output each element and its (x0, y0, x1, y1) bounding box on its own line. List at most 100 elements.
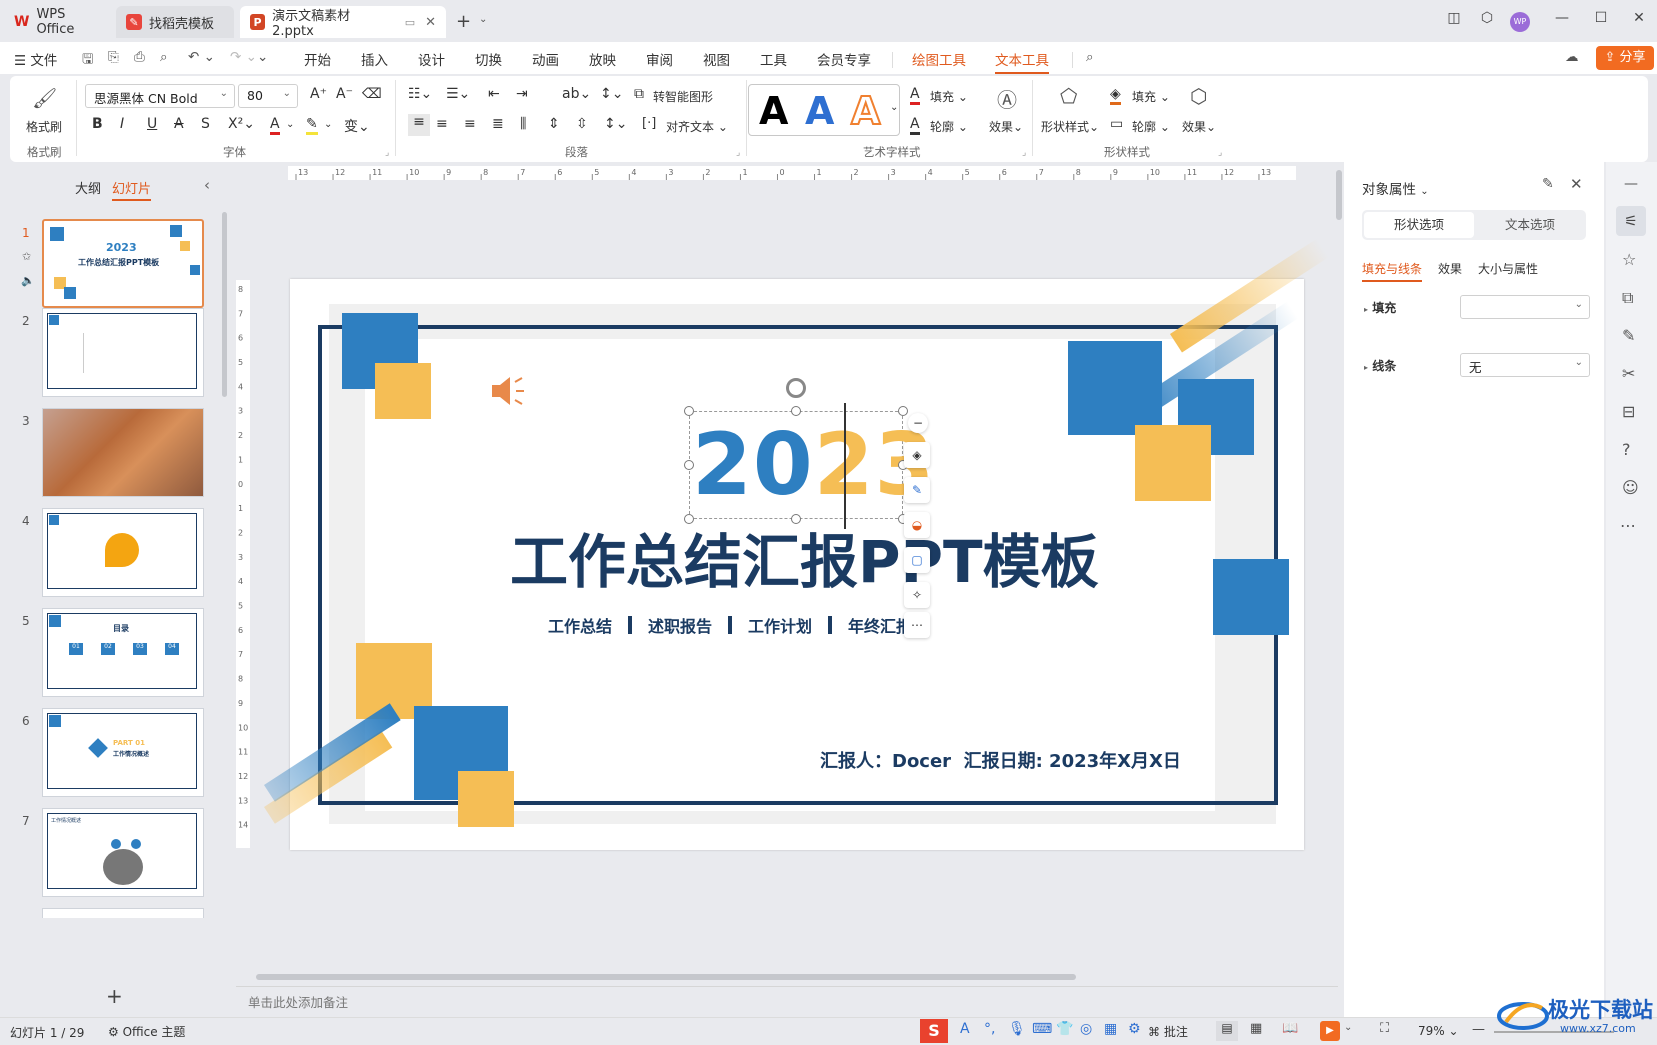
numbering-icon[interactable]: ☰⌄ (446, 86, 470, 102)
slide-footer[interactable]: 汇报人：Docer 汇报日期: 2023年X月X日 (820, 747, 1181, 773)
more-chevron-icon[interactable]: ⌄ (257, 49, 268, 65)
cube-icon[interactable]: ⬡ (1475, 10, 1499, 32)
font-color-icon[interactable]: A (270, 116, 280, 135)
more-options-icon[interactable]: ⋯ (904, 612, 930, 638)
avatar[interactable]: WP (1510, 12, 1530, 32)
chevron-down-icon[interactable]: ⌄ (1344, 1022, 1352, 1033)
text-options-tab[interactable]: 文本选项 (1476, 212, 1584, 238)
shape-options-tab[interactable]: 形状选项 (1364, 212, 1474, 238)
zoom-out-icon[interactable]: — (1472, 1022, 1485, 1037)
tab-presentation[interactable]: P 演示文稿素材2.pptx ▭ ✕ (240, 6, 446, 39)
robot-icon[interactable]: ☺ (1622, 478, 1639, 497)
save-icon[interactable]: 🖫 (82, 49, 94, 72)
strikethrough-icon[interactable]: A (174, 116, 184, 132)
text-effect-icon[interactable]: Ⓐ (997, 84, 1017, 113)
edit-pen-icon[interactable]: ✎ (904, 477, 930, 503)
reading-view-icon[interactable]: 📖 (1282, 1021, 1298, 1036)
dialog-launcher-icon[interactable]: ⌟ (736, 148, 740, 158)
layers-icon[interactable]: ◈ (904, 442, 930, 468)
slide-tags[interactable]: 工作总结 述职报告 工作计划 年终汇报 (548, 613, 912, 637)
menu-animation[interactable]: 动画 (532, 49, 559, 69)
menu-insert[interactable]: 插入 (361, 49, 388, 69)
minimize-icon[interactable]: — (1550, 10, 1574, 32)
settings-icon[interactable]: ⚙ (1128, 1021, 1141, 1037)
bold-icon[interactable]: B (92, 116, 103, 132)
align-left-icon[interactable]: ≡ (408, 114, 430, 136)
resize-handle[interactable] (684, 460, 694, 470)
speaker-icon[interactable] (490, 374, 528, 408)
highlight-icon[interactable]: ✎ (306, 116, 318, 135)
fill-line-subtab[interactable]: 填充与线条 (1362, 260, 1423, 282)
pane-title[interactable]: 对象属性 ⌄ (1362, 178, 1429, 198)
star-icon[interactable]: ☆ (1622, 250, 1636, 269)
print-icon[interactable]: ⎙ (134, 49, 145, 65)
font-size-select[interactable]: 80 ⌄ (238, 84, 298, 108)
distribute-icon[interactable]: ⫼ (520, 116, 526, 132)
close-tab-icon[interactable]: ✕ (425, 15, 436, 30)
magic-wand-icon[interactable]: ✧ (904, 582, 930, 608)
notes-placeholder[interactable]: 单击此处添加备注 (248, 992, 348, 1011)
preview-icon[interactable]: ⌕ (160, 49, 168, 65)
slide-thumbnail-1[interactable]: 2023 工作总结汇报PPT模板 (42, 219, 204, 308)
speaker-icon[interactable]: 🔈 (21, 274, 35, 287)
wordart-blue[interactable]: A (805, 89, 834, 133)
decrease-indent-icon[interactable]: ⇤ (488, 86, 500, 102)
effect-subtab[interactable]: 效果 (1438, 260, 1462, 277)
tab-docer[interactable]: ✎ 找稻壳模板 (116, 6, 234, 38)
justify-icon[interactable]: ≣ (492, 116, 504, 132)
screen-icon[interactable]: ▭ (405, 16, 415, 29)
slide-thumbnail-5[interactable]: 目录 01 02 03 04 (42, 608, 204, 697)
align-text-button[interactable]: 对齐文本 ⌄ (666, 118, 728, 135)
zoom-level[interactable]: 79% ⌄ (1418, 1024, 1459, 1038)
resize-handle[interactable] (791, 406, 801, 416)
spacing-before-icon[interactable]: ⇕ (548, 116, 560, 132)
menu-review[interactable]: 审阅 (646, 49, 673, 69)
scrollbar[interactable] (222, 212, 227, 397)
smart-shape-icon[interactable]: ⧉ (634, 86, 644, 102)
skin-icon[interactable]: 👕 (1056, 1021, 1073, 1037)
slide-thumbnail-7[interactable]: 工作情况概述 (42, 808, 204, 897)
rotate-handle-icon[interactable] (786, 378, 806, 398)
menu-design[interactable]: 设计 (418, 49, 445, 69)
new-tab-icon[interactable]: + (456, 11, 471, 32)
close-window-icon[interactable]: ✕ (1627, 10, 1651, 32)
wordart-orange-outline[interactable]: A (850, 88, 881, 134)
menu-slideshow[interactable]: 放映 (589, 49, 616, 69)
redo-icon[interactable]: ↷ ⌄ (230, 49, 257, 65)
menu-view[interactable]: 视图 (703, 49, 730, 69)
text-fill-button[interactable]: 填充 ⌄ (930, 88, 968, 105)
theme-indicator[interactable]: ⚙ Office 主题 (108, 1023, 185, 1040)
outline-box-icon[interactable]: ▢ (904, 547, 930, 573)
clear-format-icon[interactable]: ⌫ (362, 86, 382, 102)
pin-icon[interactable]: ✎ (1542, 176, 1554, 192)
slide-thumbnail-8[interactable] (42, 908, 204, 918)
chevron-down-icon[interactable]: ⌄ (286, 119, 294, 130)
shape-effect-icon[interactable]: ⬡ (1190, 84, 1207, 108)
fill-bucket-icon[interactable]: ◒ (904, 512, 930, 538)
resize-handle[interactable] (898, 406, 908, 416)
game-icon[interactable]: ◎ (1080, 1021, 1092, 1037)
format-painter-button[interactable]: 格式刷 (26, 118, 62, 135)
play-slideshow-icon[interactable]: ▶ (1320, 1021, 1340, 1041)
share-button[interactable]: ⇪ 分享 (1596, 46, 1654, 70)
normal-view-icon[interactable]: ▤ (1216, 1021, 1238, 1041)
keyboard-icon[interactable]: ⌨ (1032, 1021, 1052, 1037)
slide-thumbnail-3[interactable] (42, 408, 204, 497)
collapse-toolbar-icon[interactable]: − (908, 413, 928, 433)
text-outline-icon[interactable]: A (910, 116, 920, 135)
maximize-icon[interactable]: ☐ (1589, 10, 1613, 32)
bullets-icon[interactable]: ☷⌄ (408, 86, 432, 102)
search-icon[interactable]: ⌕ (1086, 49, 1094, 65)
text-fill-icon[interactable]: A (910, 86, 920, 105)
menu-start[interactable]: 开始 (304, 49, 331, 69)
grow-font-icon[interactable]: A⁺ (310, 86, 327, 102)
phonetic-icon[interactable]: 变⌄ (344, 116, 370, 136)
properties-icon[interactable]: ⚟ (1616, 206, 1646, 236)
cloud-icon[interactable]: ☁ (1565, 49, 1579, 65)
help-icon[interactable]: ? (1622, 440, 1631, 459)
text-outline-button[interactable]: 轮廓 ⌄ (930, 118, 968, 135)
smart-shape-button[interactable]: 转智能图形 (653, 88, 713, 105)
line-select[interactable]: 无 ⌄ (1460, 353, 1590, 377)
collapse-pane-icon[interactable]: ‹ (204, 176, 210, 194)
tab-wps-office[interactable]: W WPS Office (4, 6, 112, 38)
